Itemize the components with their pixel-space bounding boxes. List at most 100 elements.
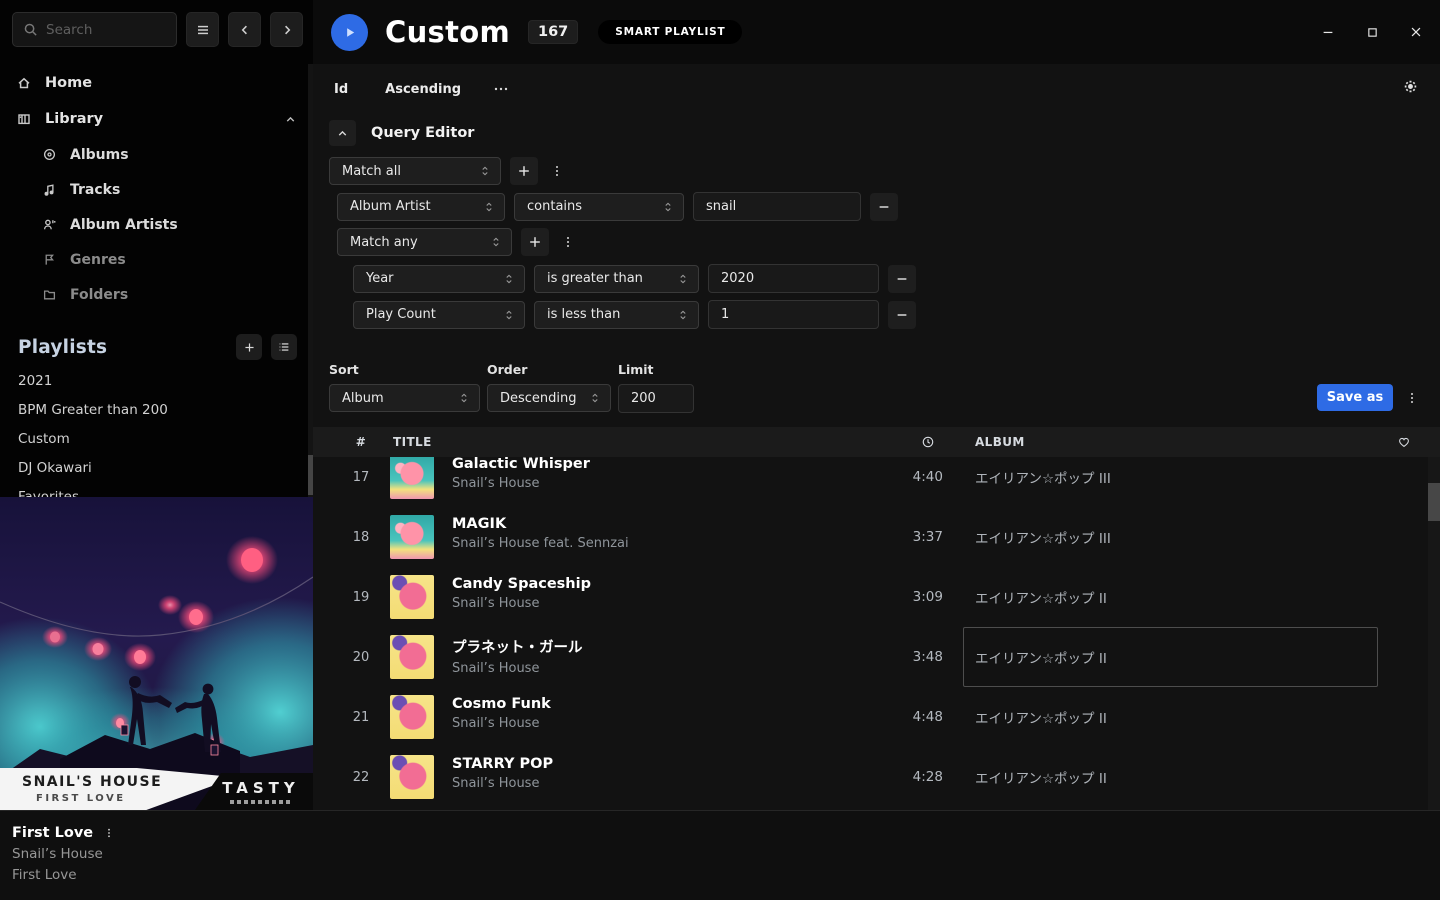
app-window: Home Library Albums bbox=[0, 0, 1440, 900]
menu-button[interactable] bbox=[186, 12, 219, 47]
select-updown-icon bbox=[503, 308, 515, 322]
table-row[interactable]: 17 Galactic Whisper Snail’s House 4:40 エ… bbox=[313, 457, 1440, 507]
rule-value-input[interactable] bbox=[693, 192, 861, 221]
track-album-art bbox=[390, 457, 434, 499]
remove-rule-button[interactable] bbox=[888, 301, 916, 329]
rule-operator-select[interactable]: is greater than bbox=[534, 265, 699, 293]
favorite-heart-icon[interactable] bbox=[1397, 427, 1411, 457]
track-title: プラネット・ガール bbox=[452, 636, 583, 657]
table-row[interactable]: 18 MAGIK Snail’s House feat. Sennzai 3:3… bbox=[313, 507, 1440, 567]
track-title: Galactic Whisper bbox=[452, 457, 590, 472]
select-value: contains bbox=[527, 199, 582, 214]
rule-operator-select[interactable]: contains bbox=[514, 193, 684, 221]
sidebar-item-tracks[interactable]: Tracks bbox=[0, 172, 313, 207]
rule-operator-select[interactable]: is less than bbox=[534, 301, 699, 329]
sidebar-item-label: Tracks bbox=[70, 182, 120, 198]
now-playing-artist[interactable]: Snail’s House bbox=[12, 846, 115, 862]
order-label: Order bbox=[487, 362, 611, 377]
player-bar: First Love Snail’s House First Love bbox=[0, 810, 1440, 900]
smart-playlist-badge: SMART PLAYLIST bbox=[598, 20, 742, 44]
tracklist: 17 Galactic Whisper Snail’s House 4:40 エ… bbox=[313, 457, 1440, 810]
rule-field-select[interactable]: Play Count bbox=[353, 301, 525, 329]
rule-field-select[interactable]: Album Artist bbox=[337, 193, 505, 221]
add-playlist-button[interactable] bbox=[236, 334, 262, 360]
select-updown-icon bbox=[483, 200, 495, 214]
track-index: 18 bbox=[343, 507, 379, 567]
sidebar-item-albums[interactable]: Albums bbox=[0, 137, 313, 172]
record-label-subtext bbox=[230, 800, 292, 804]
track-index: 19 bbox=[343, 567, 379, 627]
play-playlist-button[interactable] bbox=[331, 14, 368, 51]
rule-group-kebab-icon[interactable] bbox=[558, 228, 578, 256]
now-playing-album[interactable]: First Love bbox=[12, 867, 115, 883]
rule-value-input[interactable] bbox=[708, 264, 879, 293]
table-row[interactable]: 21 Cosmo Funk Snail’s House 4:48 エイリアン☆ポ… bbox=[313, 687, 1440, 747]
playlist-list-button[interactable] bbox=[271, 334, 297, 360]
tracklist-scrollbar[interactable] bbox=[1428, 457, 1440, 810]
column-album[interactable]: ALBUM bbox=[975, 427, 1025, 457]
select-value: Album bbox=[342, 391, 384, 406]
sidebar-item-folders[interactable]: Folders bbox=[0, 277, 313, 312]
rule-group-kebab-icon[interactable] bbox=[547, 157, 567, 185]
playlist-item[interactable]: DJ Okawari bbox=[0, 453, 313, 482]
sort-select[interactable]: Album bbox=[329, 384, 480, 412]
add-rule-button[interactable] bbox=[510, 157, 538, 185]
collapse-query-editor-button[interactable] bbox=[329, 120, 356, 146]
now-playing-kebab-icon[interactable] bbox=[103, 826, 115, 840]
save-options-kebab-icon[interactable] bbox=[1402, 384, 1422, 411]
select-value: is less than bbox=[547, 307, 620, 322]
order-select[interactable]: Descending bbox=[487, 384, 611, 412]
albums-icon bbox=[42, 147, 57, 162]
sidebar-item-library[interactable]: Library bbox=[0, 101, 313, 137]
playlist-item[interactable]: BPM Greater than 200 bbox=[0, 395, 313, 424]
nav-forward-button[interactable] bbox=[270, 12, 303, 47]
now-playing-title: First Love bbox=[12, 825, 93, 841]
search-input[interactable] bbox=[46, 22, 166, 38]
sidebar-item-home[interactable]: Home bbox=[0, 65, 313, 101]
window-maximize-button[interactable] bbox=[1362, 22, 1382, 42]
add-rule-button[interactable] bbox=[521, 228, 549, 256]
track-duration: 4:28 bbox=[873, 747, 943, 807]
remove-rule-button[interactable] bbox=[888, 265, 916, 293]
table-row[interactable]: 20 プラネット・ガール Snail’s House 3:48 エイリアン☆ポッ… bbox=[313, 627, 1440, 687]
scrollbar-thumb[interactable] bbox=[1428, 483, 1440, 521]
select-updown-icon bbox=[589, 391, 601, 405]
column-index[interactable]: # bbox=[343, 427, 379, 457]
sidebar-item-album-artists[interactable]: Album Artists bbox=[0, 207, 313, 242]
save-as-button[interactable]: Save as bbox=[1317, 384, 1393, 411]
sidebar-item-label: Albums bbox=[70, 147, 129, 163]
column-title[interactable]: TITLE bbox=[393, 427, 432, 457]
settings-gear-icon[interactable] bbox=[1402, 78, 1419, 95]
sort-direction-button[interactable]: Ascending bbox=[385, 82, 461, 97]
music-note-icon bbox=[42, 182, 57, 197]
window-close-button[interactable] bbox=[1406, 22, 1426, 42]
more-options-icon[interactable] bbox=[492, 80, 510, 98]
match-type-select[interactable]: Match any bbox=[337, 228, 512, 256]
sidebar-item-label: Home bbox=[45, 75, 92, 91]
track-album: エイリアン☆ポップ III bbox=[975, 457, 1111, 507]
track-index: 17 bbox=[343, 457, 379, 507]
playlist-item[interactable]: Custom bbox=[0, 424, 313, 453]
select-value: Descending bbox=[500, 391, 577, 406]
limit-input[interactable] bbox=[618, 384, 694, 413]
sidebar-scrollbar[interactable] bbox=[308, 64, 313, 497]
sort-field-button[interactable]: Id bbox=[334, 82, 348, 97]
table-row[interactable]: 19 Candy Spaceship Snail’s House 3:09 エイ… bbox=[313, 567, 1440, 627]
match-type-select[interactable]: Match all bbox=[329, 157, 501, 185]
nav-back-button[interactable] bbox=[228, 12, 261, 47]
playlist-item[interactable]: 2021 bbox=[0, 366, 313, 395]
duration-clock-icon[interactable] bbox=[921, 427, 935, 457]
table-row[interactable]: 22 STARRY POP Snail’s House 4:28 エイリアン☆ポ… bbox=[313, 747, 1440, 807]
select-value: Play Count bbox=[366, 307, 436, 322]
search-box[interactable] bbox=[12, 12, 177, 47]
folder-icon bbox=[42, 287, 57, 302]
now-playing-album-art[interactable]: SNAIL'S HOUSE FIRST LOVE TASTY bbox=[0, 497, 313, 810]
rule-field-select[interactable]: Year bbox=[353, 265, 525, 293]
window-minimize-button[interactable] bbox=[1318, 22, 1338, 42]
track-album-art bbox=[390, 575, 434, 619]
remove-rule-button[interactable] bbox=[870, 193, 898, 221]
rule-value-input[interactable] bbox=[708, 300, 879, 329]
chevron-up-icon[interactable] bbox=[284, 113, 297, 126]
sidebar-item-genres[interactable]: Genres bbox=[0, 242, 313, 277]
tracklist-header: # TITLE ALBUM bbox=[313, 427, 1440, 457]
